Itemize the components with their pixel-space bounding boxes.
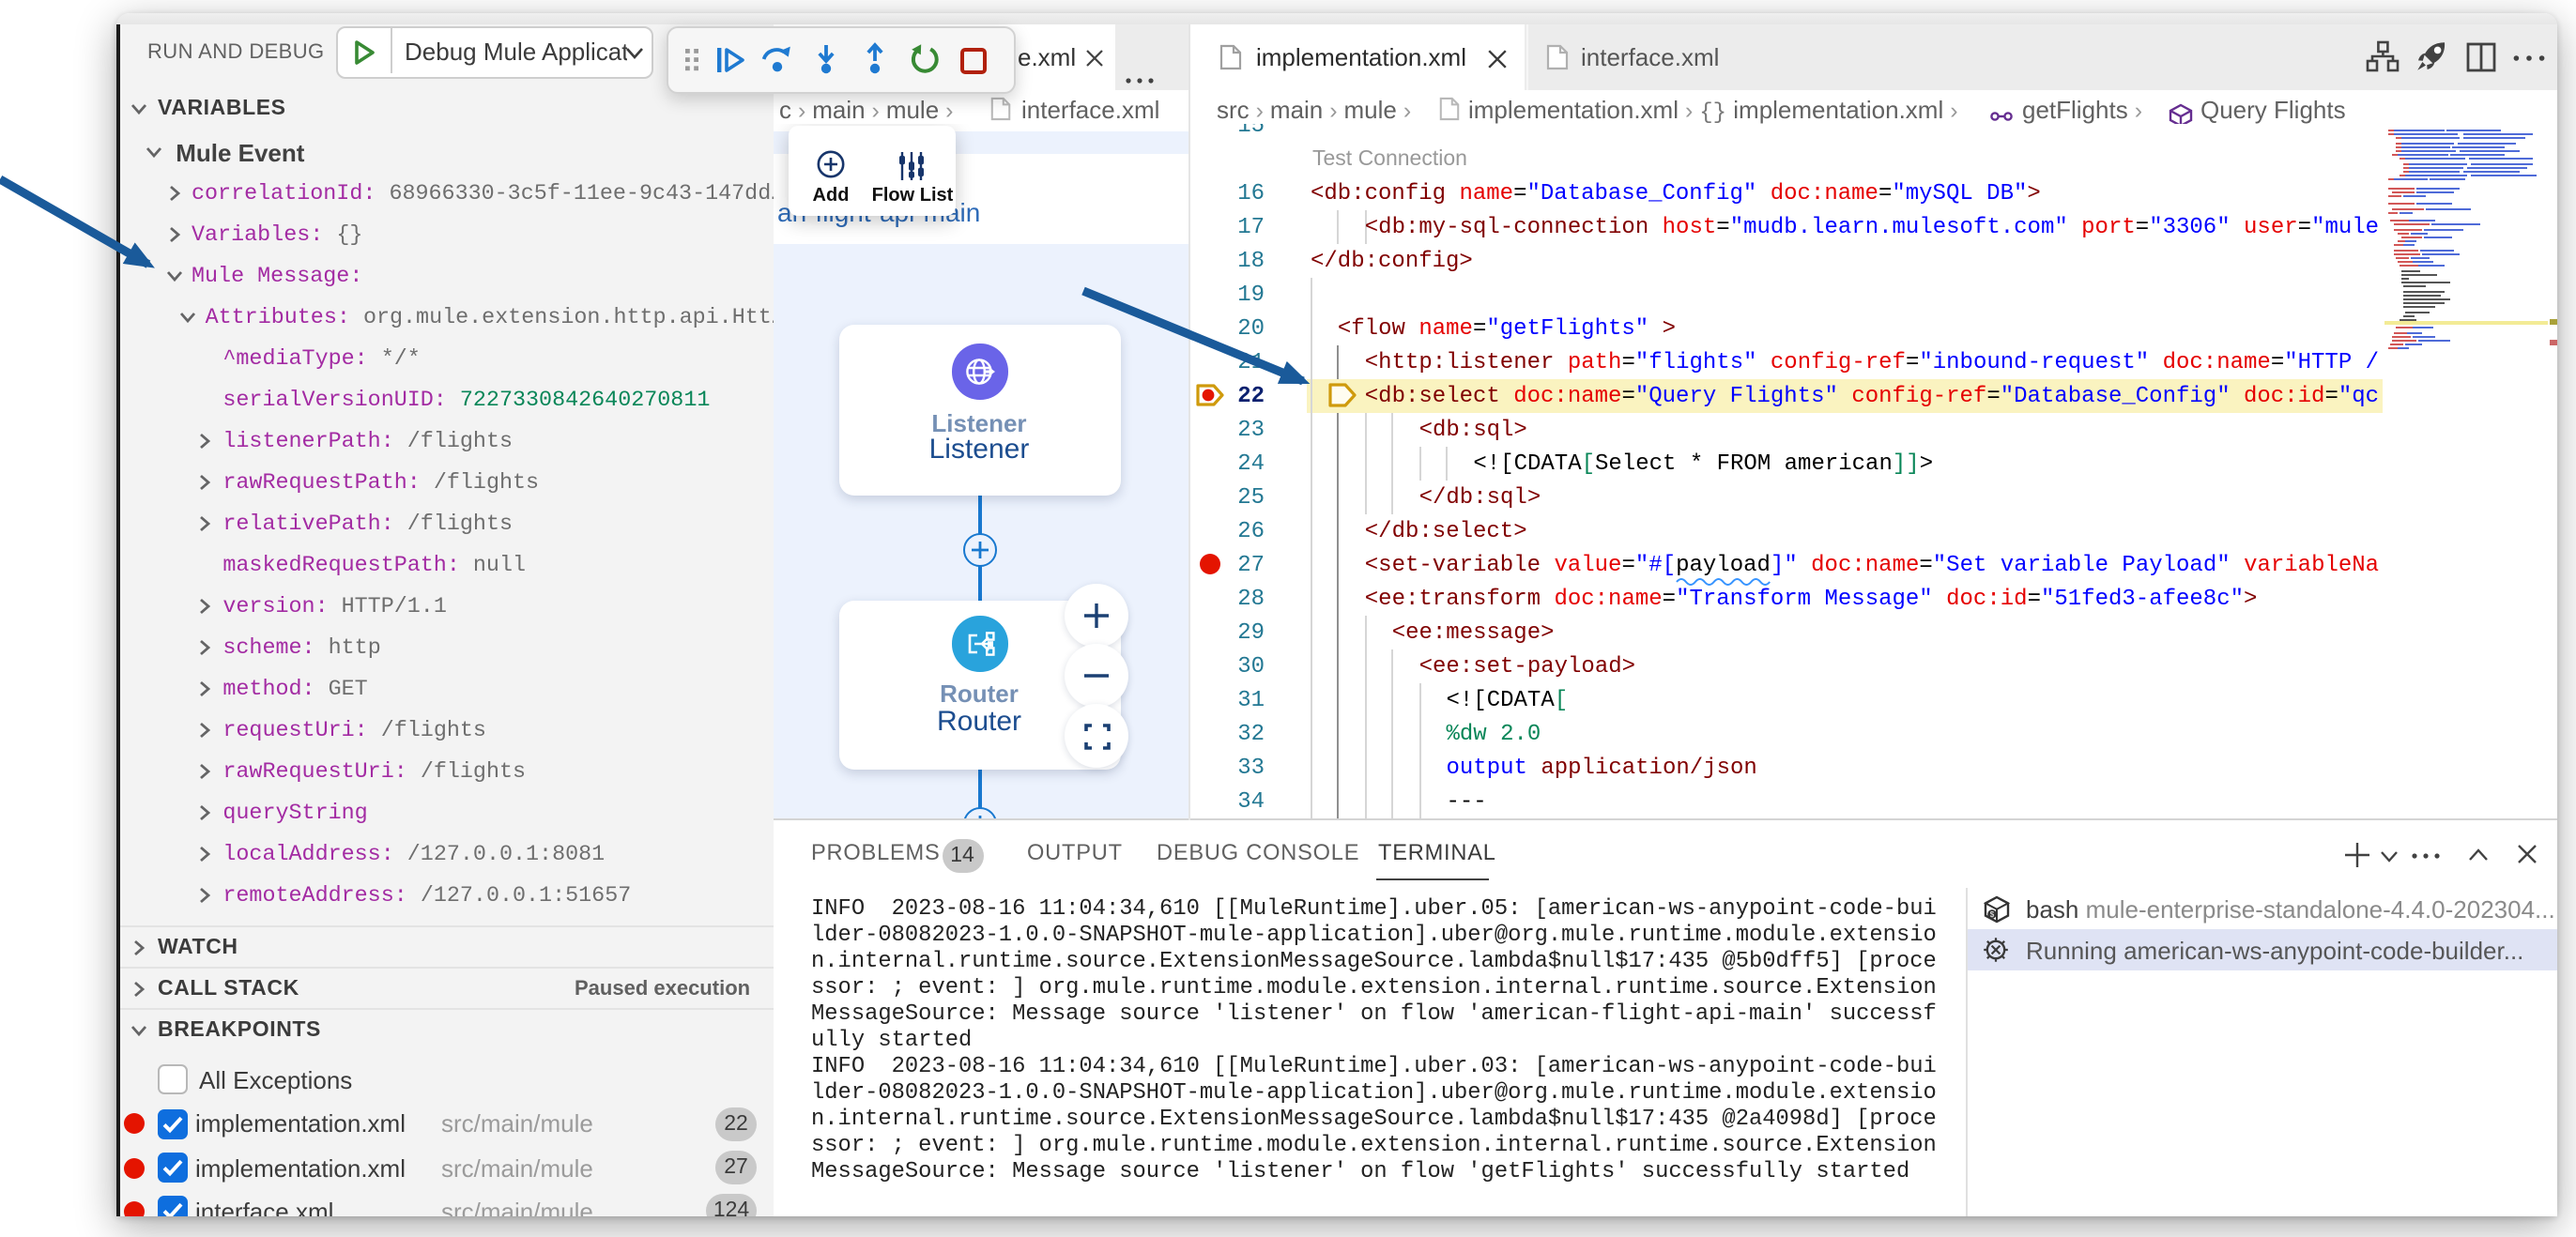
svg-text:$: $ <box>1990 909 1995 918</box>
